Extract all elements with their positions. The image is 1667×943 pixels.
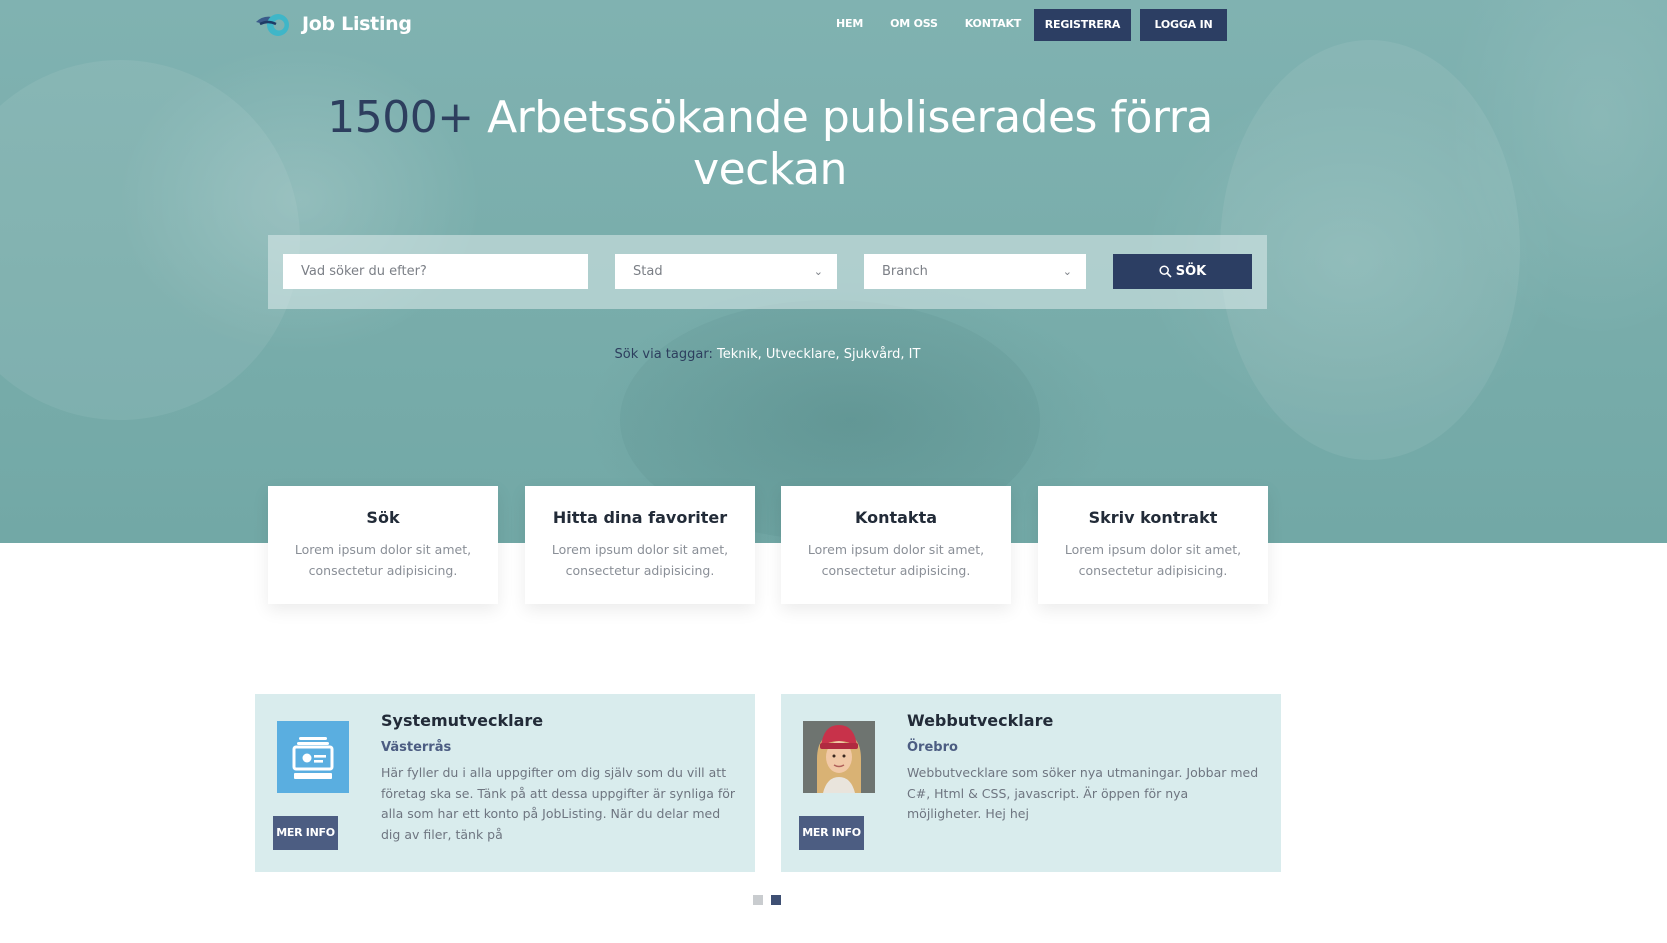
nav-link-hem[interactable]: HEM	[836, 8, 863, 40]
hero-section: Job Listing HEM OM OSS KONTAKT REGISTRER…	[0, 0, 1667, 543]
branch-select[interactable]: Branch ⌄	[864, 254, 1086, 289]
logo-icon	[254, 10, 292, 38]
hero-background-shape	[0, 60, 300, 420]
job-card-webbutvecklare: MER INFO Webbutvecklare Örebro Webbutvec…	[781, 694, 1281, 872]
branch-select-value: Branch	[882, 264, 928, 279]
job-title[interactable]: Webbutvecklare	[907, 711, 1053, 730]
tag-links[interactable]: Teknik, Utvecklare, Sjukvård, IT	[717, 347, 920, 362]
logo[interactable]: Job Listing	[254, 10, 412, 38]
headline-text: Arbetssökande publiserades förra veckan	[473, 92, 1213, 195]
nav-link-kontakt[interactable]: KONTAKT	[965, 8, 1022, 40]
job-city: Västerrås	[381, 740, 452, 755]
feature-card-kontrakt: Skriv kontrakt Lorem ipsum dolor sit ame…	[1038, 486, 1268, 604]
feature-title: Skriv kontrakt	[1088, 508, 1218, 527]
feature-title: Kontakta	[854, 508, 938, 527]
feature-text: Lorem ipsum dolor sit amet, consectetur …	[1064, 542, 1242, 578]
more-info-button[interactable]: MER INFO	[273, 816, 338, 850]
main-nav: HEM OM OSS KONTAKT	[836, 8, 1048, 40]
feature-text: Lorem ipsum dolor sit amet, consectetur …	[551, 542, 729, 578]
search-icon	[1159, 265, 1172, 278]
feature-card-sok: Sök Lorem ipsum dolor sit amet, consecte…	[268, 486, 498, 604]
search-form: Vad söker du efter? Stad ⌄ Branch ⌄ SÖK	[268, 235, 1267, 309]
job-title[interactable]: Systemutvecklare	[381, 711, 543, 730]
feature-card-kontakta: Kontakta Lorem ipsum dolor sit amet, con…	[781, 486, 1011, 604]
logo-text: Job Listing	[302, 13, 412, 35]
register-button[interactable]: REGISTRERA	[1034, 9, 1131, 41]
search-button[interactable]: SÖK	[1113, 254, 1252, 289]
carousel-pagination	[753, 895, 789, 905]
feature-title: Hitta dina favoriter	[552, 508, 728, 527]
tags-prefix: Sök via taggar:	[614, 347, 717, 362]
headline-number: 1500+	[327, 92, 474, 143]
job-card-systemutvecklare: MER INFO Systemutvecklare Västerrås Här …	[255, 694, 755, 872]
search-tags: Sök via taggar: Teknik, Utvecklare, Sjuk…	[0, 347, 1535, 362]
search-input[interactable]: Vad söker du efter?	[283, 254, 588, 289]
chevron-down-icon: ⌄	[813, 265, 823, 278]
carousel-dot-2[interactable]	[771, 895, 781, 905]
feature-text: Lorem ipsum dolor sit amet, consectetur …	[807, 542, 985, 578]
carousel-dot-1[interactable]	[753, 895, 763, 905]
id-card-icon	[277, 721, 349, 793]
city-select[interactable]: Stad ⌄	[615, 254, 837, 289]
chevron-down-icon: ⌄	[1062, 265, 1072, 278]
nav-link-om-oss[interactable]: OM OSS	[890, 8, 938, 40]
job-city: Örebro	[907, 740, 958, 755]
job-description: Webbutvecklare som söker nya utmaningar.…	[907, 765, 1259, 821]
job-description: Här fyller du i alla uppgifter om dig sj…	[381, 765, 736, 842]
search-button-label: SÖK	[1175, 264, 1207, 279]
hero-headline: 1500+ Arbetssökande publiserades förra v…	[320, 92, 1220, 196]
more-info-button[interactable]: MER INFO	[799, 816, 864, 850]
city-select-value: Stad	[633, 264, 663, 279]
profile-photo	[803, 721, 875, 793]
feature-title: Sök	[366, 508, 400, 527]
login-button[interactable]: LOGGA IN	[1140, 9, 1227, 41]
feature-card-favoriter: Hitta dina favoriter Lorem ipsum dolor s…	[525, 486, 755, 604]
feature-text: Lorem ipsum dolor sit amet, consectetur …	[294, 542, 472, 578]
